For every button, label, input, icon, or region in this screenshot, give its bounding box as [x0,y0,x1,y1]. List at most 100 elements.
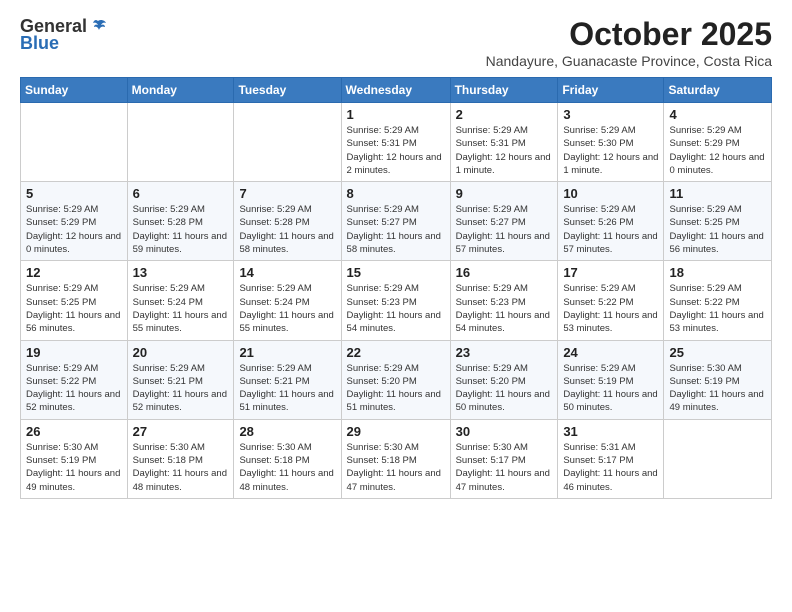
weekday-header: Monday [127,78,234,103]
day-info: Sunrise: 5:29 AM Sunset: 5:22 PM Dayligh… [563,282,658,335]
day-number: 27 [133,424,229,439]
day-info: Sunrise: 5:29 AM Sunset: 5:22 PM Dayligh… [669,282,766,335]
day-number: 26 [26,424,122,439]
calendar-cell: 14 Sunrise: 5:29 AM Sunset: 5:24 PM Dayli… [234,261,341,340]
calendar-cell: 29 Sunrise: 5:30 AM Sunset: 5:18 PM Dayli… [341,419,450,498]
calendar-cell: 30 Sunrise: 5:30 AM Sunset: 5:17 PM Dayli… [450,419,558,498]
day-number: 9 [456,186,553,201]
day-info: Sunrise: 5:29 AM Sunset: 5:24 PM Dayligh… [133,282,229,335]
day-info: Sunrise: 5:31 AM Sunset: 5:17 PM Dayligh… [563,441,658,494]
day-info: Sunrise: 5:29 AM Sunset: 5:20 PM Dayligh… [347,362,445,415]
calendar-cell: 5Sunrise: 5:29 AM Sunset: 5:29 PM Daylig… [21,182,128,261]
day-info: Sunrise: 5:29 AM Sunset: 5:27 PM Dayligh… [347,203,445,256]
day-info: Sunrise: 5:29 AM Sunset: 5:25 PM Dayligh… [669,203,766,256]
day-info: Sunrise: 5:29 AM Sunset: 5:28 PM Dayligh… [133,203,229,256]
day-number: 28 [239,424,335,439]
logo: General Blue [20,16,107,54]
day-info: Sunrise: 5:29 AM Sunset: 5:25 PM Dayligh… [26,282,122,335]
day-number: 23 [456,345,553,360]
calendar-cell: 25 Sunrise: 5:30 AM Sunset: 5:19 PM Dayli… [664,340,772,419]
calendar-cell: 12 Sunrise: 5:29 AM Sunset: 5:25 PM Dayli… [21,261,128,340]
weekday-header: Wednesday [341,78,450,103]
page: General Blue October 2025 Nandayure, Gua… [0,0,792,515]
weekday-header: Sunday [21,78,128,103]
day-number: 21 [239,345,335,360]
calendar-cell: 9 Sunrise: 5:29 AM Sunset: 5:27 PM Daylig… [450,182,558,261]
calendar-cell: 24Sunrise: 5:29 AM Sunset: 5:19 PM Dayli… [558,340,664,419]
calendar-cell: 26 Sunrise: 5:30 AM Sunset: 5:19 PM Dayli… [21,419,128,498]
calendar-cell [664,419,772,498]
day-info: Sunrise: 5:29 AM Sunset: 5:23 PM Dayligh… [456,282,553,335]
day-number: 15 [347,265,445,280]
day-info: Sunrise: 5:29 AM Sunset: 5:24 PM Dayligh… [239,282,335,335]
day-number: 14 [239,265,335,280]
calendar-week-row: 1Sunrise: 5:29 AM Sunset: 5:31 PM Daylig… [21,103,772,182]
calendar-week-row: 12 Sunrise: 5:29 AM Sunset: 5:25 PM Dayli… [21,261,772,340]
day-number: 20 [133,345,229,360]
calendar-week-row: 19Sunrise: 5:29 AM Sunset: 5:22 PM Dayli… [21,340,772,419]
day-number: 30 [456,424,553,439]
calendar-cell [21,103,128,182]
day-info: Sunrise: 5:29 AM Sunset: 5:31 PM Dayligh… [347,124,445,177]
calendar-week-row: 26 Sunrise: 5:30 AM Sunset: 5:19 PM Dayli… [21,419,772,498]
calendar-cell: 8 Sunrise: 5:29 AM Sunset: 5:27 PM Daylig… [341,182,450,261]
day-info: Sunrise: 5:29 AM Sunset: 5:21 PM Dayligh… [133,362,229,415]
day-number: 11 [669,186,766,201]
calendar-cell: 10 Sunrise: 5:29 AM Sunset: 5:26 PM Dayli… [558,182,664,261]
calendar-cell: 16 Sunrise: 5:29 AM Sunset: 5:23 PM Dayli… [450,261,558,340]
day-info: Sunrise: 5:30 AM Sunset: 5:18 PM Dayligh… [133,441,229,494]
calendar-cell: 21 Sunrise: 5:29 AM Sunset: 5:21 PM Dayli… [234,340,341,419]
day-number: 18 [669,265,766,280]
day-info: Sunrise: 5:30 AM Sunset: 5:19 PM Dayligh… [26,441,122,494]
calendar-cell: 18 Sunrise: 5:29 AM Sunset: 5:22 PM Dayli… [664,261,772,340]
calendar-cell: 11 Sunrise: 5:29 AM Sunset: 5:25 PM Dayli… [664,182,772,261]
day-number: 12 [26,265,122,280]
day-number: 29 [347,424,445,439]
day-number: 13 [133,265,229,280]
calendar-cell: 28 Sunrise: 5:30 AM Sunset: 5:18 PM Dayli… [234,419,341,498]
day-number: 7 [239,186,335,201]
calendar-cell: 3Sunrise: 5:29 AM Sunset: 5:30 PM Daylig… [558,103,664,182]
day-number: 3 [563,107,658,122]
day-info: Sunrise: 5:29 AM Sunset: 5:22 PM Dayligh… [26,362,122,415]
calendar-cell [127,103,234,182]
day-info: Sunrise: 5:30 AM Sunset: 5:19 PM Dayligh… [669,362,766,415]
day-number: 6 [133,186,229,201]
location-title: Nandayure, Guanacaste Province, Costa Ri… [486,53,772,69]
day-number: 25 [669,345,766,360]
calendar-week-row: 5Sunrise: 5:29 AM Sunset: 5:29 PM Daylig… [21,182,772,261]
calendar-cell: 19Sunrise: 5:29 AM Sunset: 5:22 PM Dayli… [21,340,128,419]
day-info: Sunrise: 5:29 AM Sunset: 5:20 PM Dayligh… [456,362,553,415]
day-info: Sunrise: 5:29 AM Sunset: 5:19 PM Dayligh… [563,362,658,415]
day-info: Sunrise: 5:29 AM Sunset: 5:21 PM Dayligh… [239,362,335,415]
calendar-cell [234,103,341,182]
title-block: October 2025 Nandayure, Guanacaste Provi… [486,16,772,69]
logo-blue-text: Blue [20,33,59,54]
day-info: Sunrise: 5:30 AM Sunset: 5:17 PM Dayligh… [456,441,553,494]
calendar-cell: 22 Sunrise: 5:29 AM Sunset: 5:20 PM Dayli… [341,340,450,419]
calendar-cell: 6 Sunrise: 5:29 AM Sunset: 5:28 PM Daylig… [127,182,234,261]
day-number: 10 [563,186,658,201]
day-info: Sunrise: 5:30 AM Sunset: 5:18 PM Dayligh… [239,441,335,494]
day-info: Sunrise: 5:29 AM Sunset: 5:26 PM Dayligh… [563,203,658,256]
header: General Blue October 2025 Nandayure, Gua… [20,16,772,69]
day-number: 8 [347,186,445,201]
day-number: 4 [669,107,766,122]
day-number: 22 [347,345,445,360]
weekday-header: Saturday [664,78,772,103]
calendar-cell: 27 Sunrise: 5:30 AM Sunset: 5:18 PM Dayli… [127,419,234,498]
logo-bird-icon [89,17,107,35]
calendar-cell: 15 Sunrise: 5:29 AM Sunset: 5:23 PM Dayli… [341,261,450,340]
calendar-cell: 23 Sunrise: 5:29 AM Sunset: 5:20 PM Dayli… [450,340,558,419]
weekday-header: Friday [558,78,664,103]
calendar-table: SundayMondayTuesdayWednesdayThursdayFrid… [20,77,772,499]
day-info: Sunrise: 5:29 AM Sunset: 5:23 PM Dayligh… [347,282,445,335]
weekday-header: Tuesday [234,78,341,103]
day-info: Sunrise: 5:30 AM Sunset: 5:18 PM Dayligh… [347,441,445,494]
day-info: Sunrise: 5:29 AM Sunset: 5:27 PM Dayligh… [456,203,553,256]
calendar-header-row: SundayMondayTuesdayWednesdayThursdayFrid… [21,78,772,103]
day-info: Sunrise: 5:29 AM Sunset: 5:29 PM Dayligh… [26,203,122,256]
calendar-cell: 20 Sunrise: 5:29 AM Sunset: 5:21 PM Dayli… [127,340,234,419]
day-number: 16 [456,265,553,280]
calendar-cell: 31Sunrise: 5:31 AM Sunset: 5:17 PM Dayli… [558,419,664,498]
